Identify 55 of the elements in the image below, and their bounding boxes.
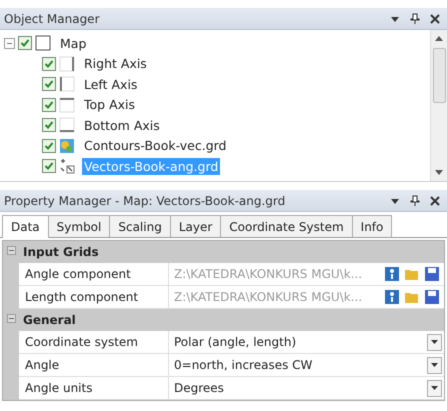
property-label: Length component bbox=[19, 286, 169, 309]
close-icon[interactable] bbox=[429, 12, 441, 24]
tab[interactable]: Scaling bbox=[109, 215, 171, 237]
save-icon[interactable] bbox=[424, 266, 440, 282]
checkbox[interactable] bbox=[42, 118, 56, 132]
checkbox[interactable] bbox=[42, 77, 56, 92]
collapse-icon[interactable] bbox=[6, 246, 16, 255]
caret-icon bbox=[431, 363, 438, 367]
info-icon[interactable] bbox=[384, 289, 400, 305]
tree-item[interactable]: Map bbox=[58, 34, 88, 52]
save-icon[interactable] bbox=[424, 289, 440, 305]
caret-icon bbox=[431, 340, 438, 344]
caret-icon bbox=[431, 386, 438, 390]
checkbox[interactable] bbox=[42, 98, 56, 112]
property-label: Angle component bbox=[19, 263, 169, 286]
close-icon[interactable] bbox=[429, 194, 441, 206]
axis-icon bbox=[59, 117, 75, 134]
section-title: Input Grids bbox=[22, 245, 99, 259]
tree-item[interactable]: Right Axis bbox=[82, 55, 149, 72]
checkbox[interactable] bbox=[42, 159, 56, 174]
checkbox[interactable] bbox=[18, 36, 32, 50]
map-icon bbox=[35, 35, 51, 52]
contour-map-icon bbox=[59, 138, 75, 154]
checkbox[interactable] bbox=[42, 138, 56, 153]
tab[interactable]: Layer bbox=[170, 215, 222, 237]
property-label: Coordinate system bbox=[19, 331, 169, 354]
collapse-icon[interactable] bbox=[4, 38, 15, 49]
axis-icon bbox=[59, 96, 75, 113]
tree-item[interactable]: Top Axis bbox=[82, 96, 138, 114]
vector-map-icon bbox=[59, 158, 75, 174]
tab[interactable]: Info bbox=[352, 215, 392, 237]
scrollbar[interactable] bbox=[430, 30, 447, 181]
dropdown-button[interactable] bbox=[427, 380, 442, 396]
property-label: Angle bbox=[19, 354, 169, 377]
dropdown-button[interactable] bbox=[427, 356, 442, 374]
scroll-down-icon[interactable] bbox=[435, 170, 443, 175]
axis-icon bbox=[59, 76, 75, 92]
dropdown-button[interactable] bbox=[427, 334, 442, 350]
section-title: General bbox=[22, 313, 76, 327]
info-icon[interactable] bbox=[384, 266, 400, 282]
tab[interactable]: Data bbox=[2, 215, 49, 238]
collapse-icon[interactable] bbox=[6, 314, 16, 323]
property-label: Angle units bbox=[19, 377, 169, 400]
pin-icon[interactable] bbox=[409, 194, 421, 206]
tree-item[interactable]: Left Axis bbox=[82, 76, 140, 93]
pin-icon[interactable] bbox=[409, 12, 421, 24]
tree-item[interactable]: Contours-Book-vec.grd bbox=[82, 137, 228, 154]
scroll-up-icon[interactable] bbox=[435, 36, 443, 41]
panel-title: Object Manager bbox=[4, 12, 100, 26]
tree-item[interactable]: Bottom Axis bbox=[82, 116, 162, 134]
panel-title: Property Manager - Map: Vectors-Book-ang.grd bbox=[4, 194, 286, 208]
checkbox[interactable] bbox=[42, 56, 56, 71]
tab[interactable]: Coordinate System bbox=[220, 215, 353, 237]
tab[interactable]: Symbol bbox=[48, 215, 110, 237]
axis-icon bbox=[59, 56, 75, 72]
